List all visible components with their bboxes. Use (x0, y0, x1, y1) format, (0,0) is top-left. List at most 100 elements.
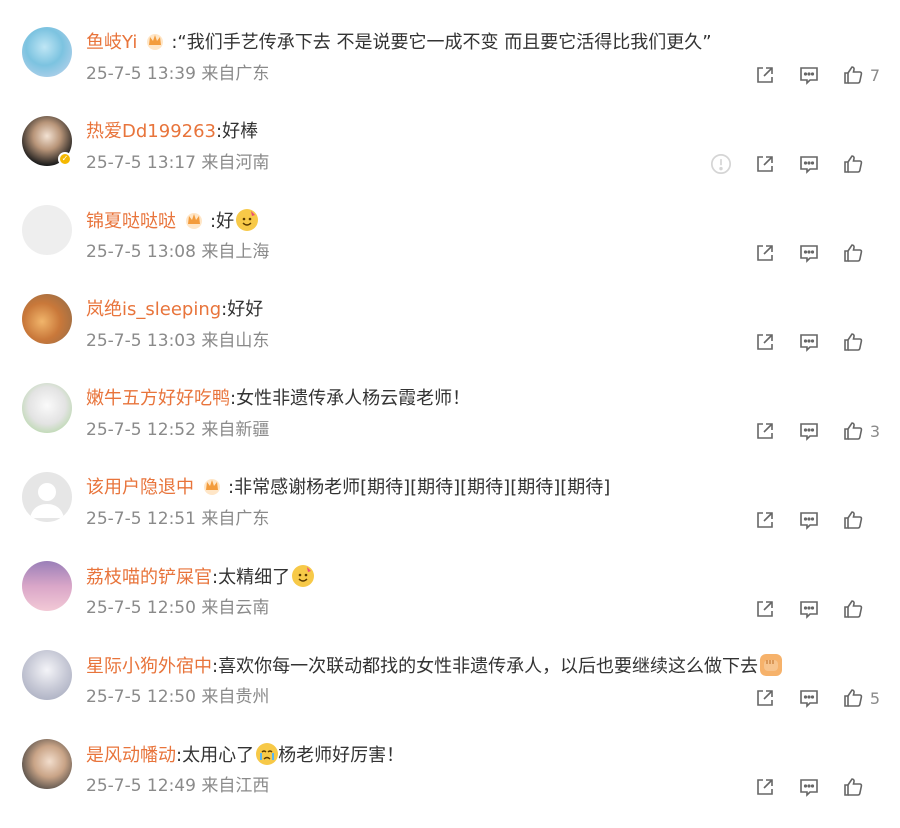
report-button[interactable] (710, 153, 732, 175)
comment-text: :女性非遗传承人杨云霞老师！ (230, 388, 471, 409)
avatar[interactable] (22, 561, 72, 611)
comment-list: 鱼岐Yi :“我们手艺传承下去 不是说要它一成不变 而且要它活得比我们更久” 25… (0, 0, 900, 811)
comment-item: 嫩牛五方好好吃鸭:女性非遗传承人杨云霞老师！ 25-7-5 12:52 来自新疆… (0, 383, 900, 472)
comment-icon (800, 245, 818, 263)
avatar[interactable] (22, 650, 72, 700)
comment-location: 来自江西 (201, 776, 270, 796)
comment-item: 鱼岐Yi:“我们手艺传承下去 不是说要它一成不变 而且要它活得比我们更久” 25… (0, 27, 900, 116)
share-icon (757, 690, 773, 706)
like-count: 5 (869, 688, 880, 708)
comment-item: 锦夏哒哒哒:好 25-7-5 13:08 来自上海 (0, 205, 900, 294)
comment-time: 25-7-5 12:52 (86, 420, 196, 440)
avatar[interactable] (22, 472, 72, 522)
comment-time: 25-7-5 13:08 (86, 242, 196, 262)
comment-icon (800, 334, 818, 352)
comment-line: 热爱Dd199263:好棒 (86, 120, 880, 144)
reply-button[interactable] (798, 509, 820, 531)
like-button[interactable] (842, 153, 880, 175)
comment-actions (732, 508, 880, 532)
reply-button[interactable] (798, 153, 820, 175)
comment-icon (800, 423, 818, 441)
comment-item: 是风动幡动:太用心了 杨老师好厉害！ 25-7-5 12:49 来自江西 (0, 739, 900, 828)
comment-item: 荔枝喵的铲屎官:太精细了 25-7-5 12:50 来自云南 (0, 561, 900, 650)
share-icon (757, 245, 773, 261)
share-button[interactable] (754, 64, 776, 86)
like-button[interactable] (842, 331, 880, 353)
comment-time: 25-7-5 12:50 (86, 687, 196, 707)
username-link[interactable]: 该用户隐退中 (86, 477, 194, 498)
comment-line: 锦夏哒哒哒:好 (86, 209, 880, 234)
share-icon (757, 67, 773, 83)
comment-icon (800, 601, 818, 619)
avatar[interactable] (22, 205, 72, 255)
thumbs-up-icon (844, 778, 863, 796)
avatar[interactable] (22, 383, 72, 433)
share-button[interactable] (754, 509, 776, 531)
username-link[interactable]: 荔枝喵的铲屎官 (86, 567, 212, 588)
share-button[interactable] (754, 331, 776, 353)
comment-meta: 25-7-5 12:49 来自江西 (86, 775, 269, 797)
username-link[interactable]: 是风动幡动 (86, 745, 176, 766)
share-button[interactable] (754, 776, 776, 798)
comment-icon (800, 690, 818, 708)
reply-button[interactable] (798, 776, 820, 798)
share-icon (757, 779, 773, 795)
username-link[interactable]: 星际小狗外宿中 (86, 656, 212, 677)
comment-time: 25-7-5 12:51 (86, 509, 196, 529)
comment-location: 来自云南 (201, 598, 270, 618)
share-button[interactable] (754, 153, 776, 175)
like-button[interactable] (842, 598, 880, 620)
comment-item: 岚绝is_sleeping:好好 25-7-5 13:03 来自山东 (0, 294, 900, 383)
comment-meta: 25-7-5 13:03 来自山东 (86, 330, 269, 352)
comment-line: 该用户隐退中:非常感谢杨老师[期待][期待][期待][期待][期待] (86, 476, 880, 500)
comment-text: :“我们手艺传承下去 不是说要它一成不变 而且要它活得比我们更久” (171, 32, 712, 53)
avatar[interactable] (22, 294, 72, 344)
comment-location: 来自广东 (201, 509, 270, 529)
comment-actions (732, 241, 880, 265)
comment-meta: 25-7-5 12:52 来自新疆 (86, 419, 269, 441)
comment-text: :喜欢你每一次联动都找的女性非遗传承人，以后也要继续这么做下去 (212, 656, 759, 677)
share-button[interactable] (754, 242, 776, 264)
comment-icon (800, 779, 818, 797)
like-button[interactable] (842, 242, 880, 264)
username-link[interactable]: 嫩牛五方好好吃鸭 (86, 388, 230, 409)
reply-button[interactable] (798, 242, 820, 264)
like-button[interactable] (842, 776, 880, 798)
comment-time: 25-7-5 13:17 (86, 153, 196, 173)
share-icon (757, 512, 773, 528)
username-link[interactable]: 锦夏哒哒哒 (86, 211, 176, 232)
username-link[interactable]: 岚绝is_sleeping (86, 299, 221, 320)
reply-button[interactable] (798, 331, 820, 353)
share-icon (757, 156, 773, 172)
avatar[interactable] (22, 739, 72, 789)
like-button[interactable]: 5 (842, 687, 880, 709)
comment-meta: 25-7-5 12:50 来自云南 (86, 597, 269, 619)
username-link[interactable]: 热爱Dd199263 (86, 121, 216, 142)
like-button[interactable] (842, 509, 880, 531)
comment-location: 来自广东 (201, 64, 270, 84)
share-button[interactable] (754, 598, 776, 620)
comment-actions: 5 (732, 686, 880, 710)
comment-actions (688, 152, 880, 176)
comment-time: 25-7-5 13:03 (86, 331, 196, 351)
like-button[interactable]: 3 (842, 420, 880, 442)
comment-icon (800, 512, 818, 530)
reply-button[interactable] (798, 420, 820, 442)
share-button[interactable] (754, 687, 776, 709)
comment-time: 25-7-5 12:49 (86, 776, 196, 796)
crown-badge-icon (202, 476, 222, 496)
reply-button[interactable] (798, 598, 820, 620)
comment-text-continued: 杨老师好厉害！ (278, 745, 405, 766)
thumbs-up-icon (844, 244, 863, 262)
thumbs-up-icon (844, 600, 863, 618)
like-button[interactable]: 7 (842, 64, 880, 86)
avatar[interactable] (22, 27, 72, 77)
username-link[interactable]: 鱼岐Yi (86, 32, 137, 53)
comment-text: :太精细了 (212, 567, 291, 588)
like-count: 3 (869, 421, 880, 441)
reply-button[interactable] (798, 64, 820, 86)
reply-button[interactable] (798, 687, 820, 709)
comment-meta: 25-7-5 13:17 来自河南 (86, 152, 269, 174)
share-button[interactable] (754, 420, 776, 442)
comment-actions (732, 330, 880, 354)
